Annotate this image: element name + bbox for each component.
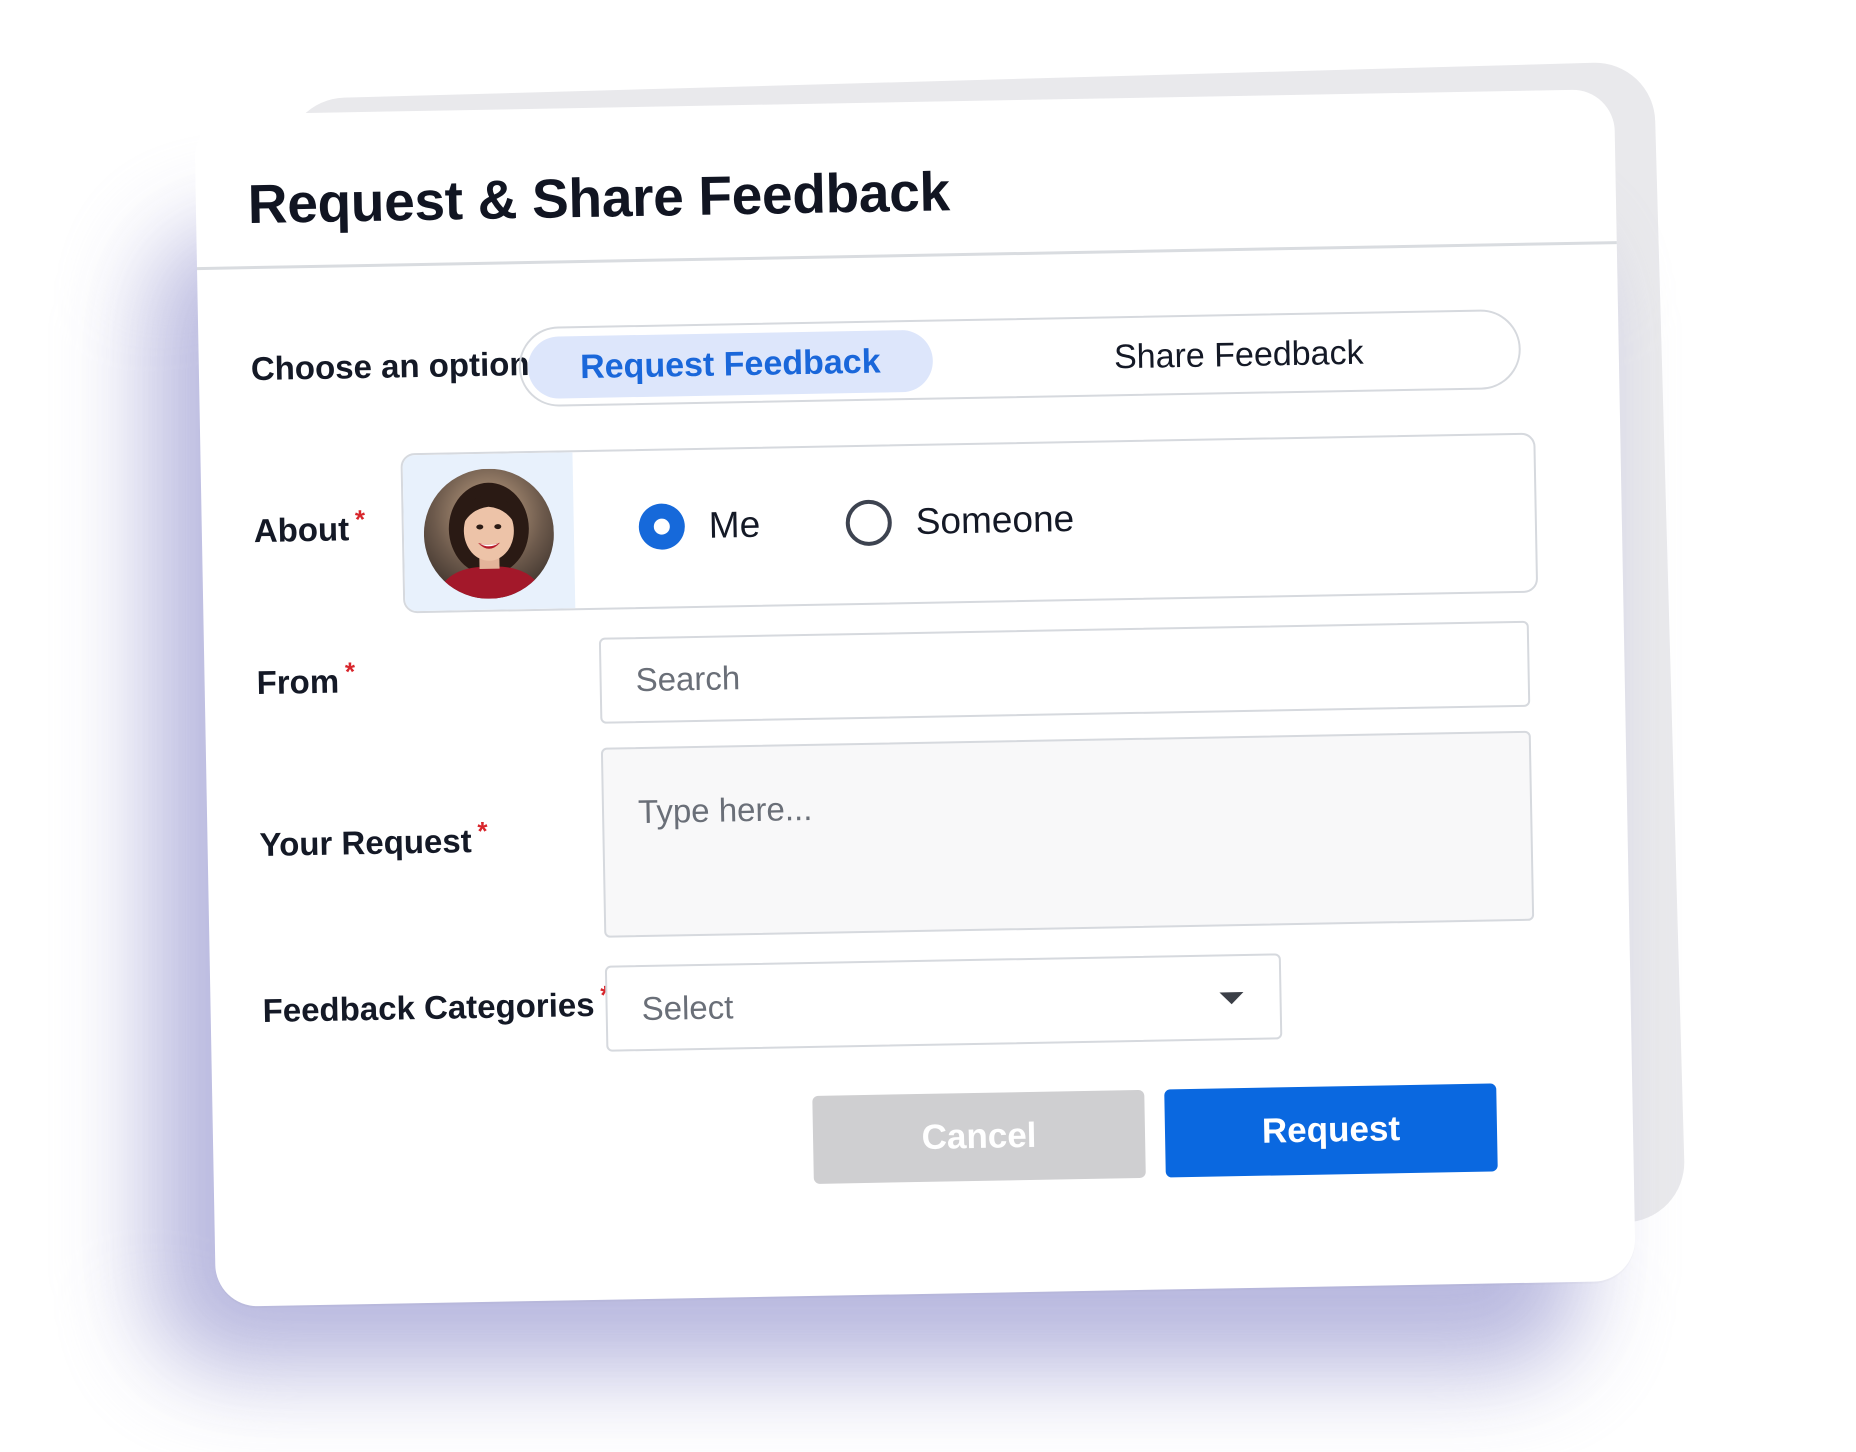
- cancel-button[interactable]: Cancel: [812, 1089, 1146, 1184]
- about-label-text: About: [253, 510, 350, 550]
- option-toggle: Request Feedback Share Feedback: [518, 308, 1522, 408]
- avatar-panel: [402, 452, 576, 612]
- dialog-title: Request & Share Feedback: [247, 160, 951, 236]
- header-divider: [196, 241, 1617, 271]
- from-search-input[interactable]: Search: [598, 620, 1531, 724]
- request-button[interactable]: Request: [1164, 1083, 1498, 1178]
- request-label-text: Your Request: [259, 822, 472, 864]
- required-mark: *: [344, 656, 356, 687]
- categories-label: Feedback Categories*: [262, 980, 611, 1030]
- from-label: From *: [256, 656, 355, 702]
- avatar-image: [422, 467, 556, 600]
- textarea-placeholder: Type here...: [637, 789, 813, 831]
- from-label-text: From: [256, 662, 340, 702]
- radio-someone-label: Someone: [915, 498, 1075, 542]
- select-placeholder: Select: [641, 988, 734, 1028]
- radio-unchecked-icon: [845, 499, 893, 547]
- request-textarea[interactable]: Type here...: [600, 730, 1535, 938]
- stage: Request & Share Feedback Choose an optio…: [0, 0, 1856, 1452]
- radio-someone[interactable]: Someone: [845, 496, 1075, 547]
- search-placeholder: Search: [635, 659, 741, 699]
- radio-checked-icon: [638, 503, 686, 551]
- tab-request-feedback[interactable]: Request Feedback: [527, 329, 934, 400]
- chevron-down-icon: [1219, 992, 1244, 1005]
- request-label: Your Request *: [259, 816, 488, 864]
- option-label: Choose an option: [250, 345, 530, 388]
- required-mark: *: [477, 815, 488, 847]
- about-selector: Me Someone: [400, 432, 1539, 614]
- categories-select[interactable]: Select: [604, 953, 1283, 1052]
- feedback-dialog: Request & Share Feedback Choose an optio…: [194, 89, 1636, 1307]
- radio-me[interactable]: Me: [638, 502, 761, 551]
- about-label: About *: [253, 504, 365, 550]
- required-mark: *: [354, 504, 366, 535]
- categories-label-text: Feedback Categories: [262, 985, 595, 1030]
- radio-me-label: Me: [708, 503, 761, 546]
- avatar: [422, 467, 556, 600]
- tab-share-feedback[interactable]: Share Feedback: [1038, 320, 1439, 389]
